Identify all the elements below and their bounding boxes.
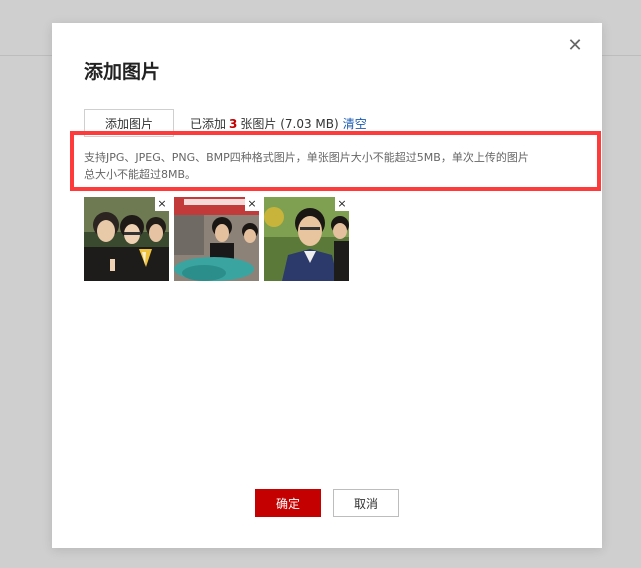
- summary-prefix: 已添加: [190, 116, 227, 131]
- close-icon[interactable]: ✕: [566, 37, 584, 55]
- thumbnail-2: ×: [174, 197, 259, 281]
- add-image-button[interactable]: 添加图片: [84, 109, 174, 137]
- upload-row: 添加图片 已添加 3 张图片 (7.03 MB) 清空: [84, 109, 367, 137]
- dialog-title: 添加图片: [84, 61, 161, 83]
- remove-thumbnail-icon[interactable]: ×: [155, 197, 169, 211]
- image-count: 3: [229, 116, 238, 131]
- cancel-button[interactable]: 取消: [333, 489, 399, 517]
- hint-line-1: 支持JPG、JPEG、PNG、BMP四种格式图片，单张图片大小不能超过5MB，单…: [84, 151, 529, 164]
- confirm-button[interactable]: 确定: [255, 489, 321, 517]
- thumbnail-1: ×: [84, 197, 169, 281]
- hint-line-2: 总大小不能超过8MB。: [84, 168, 197, 181]
- clear-link[interactable]: 清空: [343, 117, 367, 131]
- thumbnail-3: ×: [264, 197, 349, 281]
- summary-suffix: 张图片 (7.03 MB): [240, 116, 339, 131]
- dialog-footer: 确定 取消: [52, 489, 602, 517]
- remove-thumbnail-icon[interactable]: ×: [245, 197, 259, 211]
- thumbnail-list: × × ×: [84, 197, 349, 281]
- format-hint: 支持JPG、JPEG、PNG、BMP四种格式图片，单张图片大小不能超过5MB，单…: [84, 149, 564, 183]
- upload-summary: 已添加 3 张图片 (7.03 MB) 清空: [190, 115, 367, 132]
- remove-thumbnail-icon[interactable]: ×: [335, 197, 349, 211]
- add-image-dialog: ✕ 添加图片 添加图片 已添加 3 张图片 (7.03 MB) 清空 支持JPG、JP…: [52, 23, 602, 548]
